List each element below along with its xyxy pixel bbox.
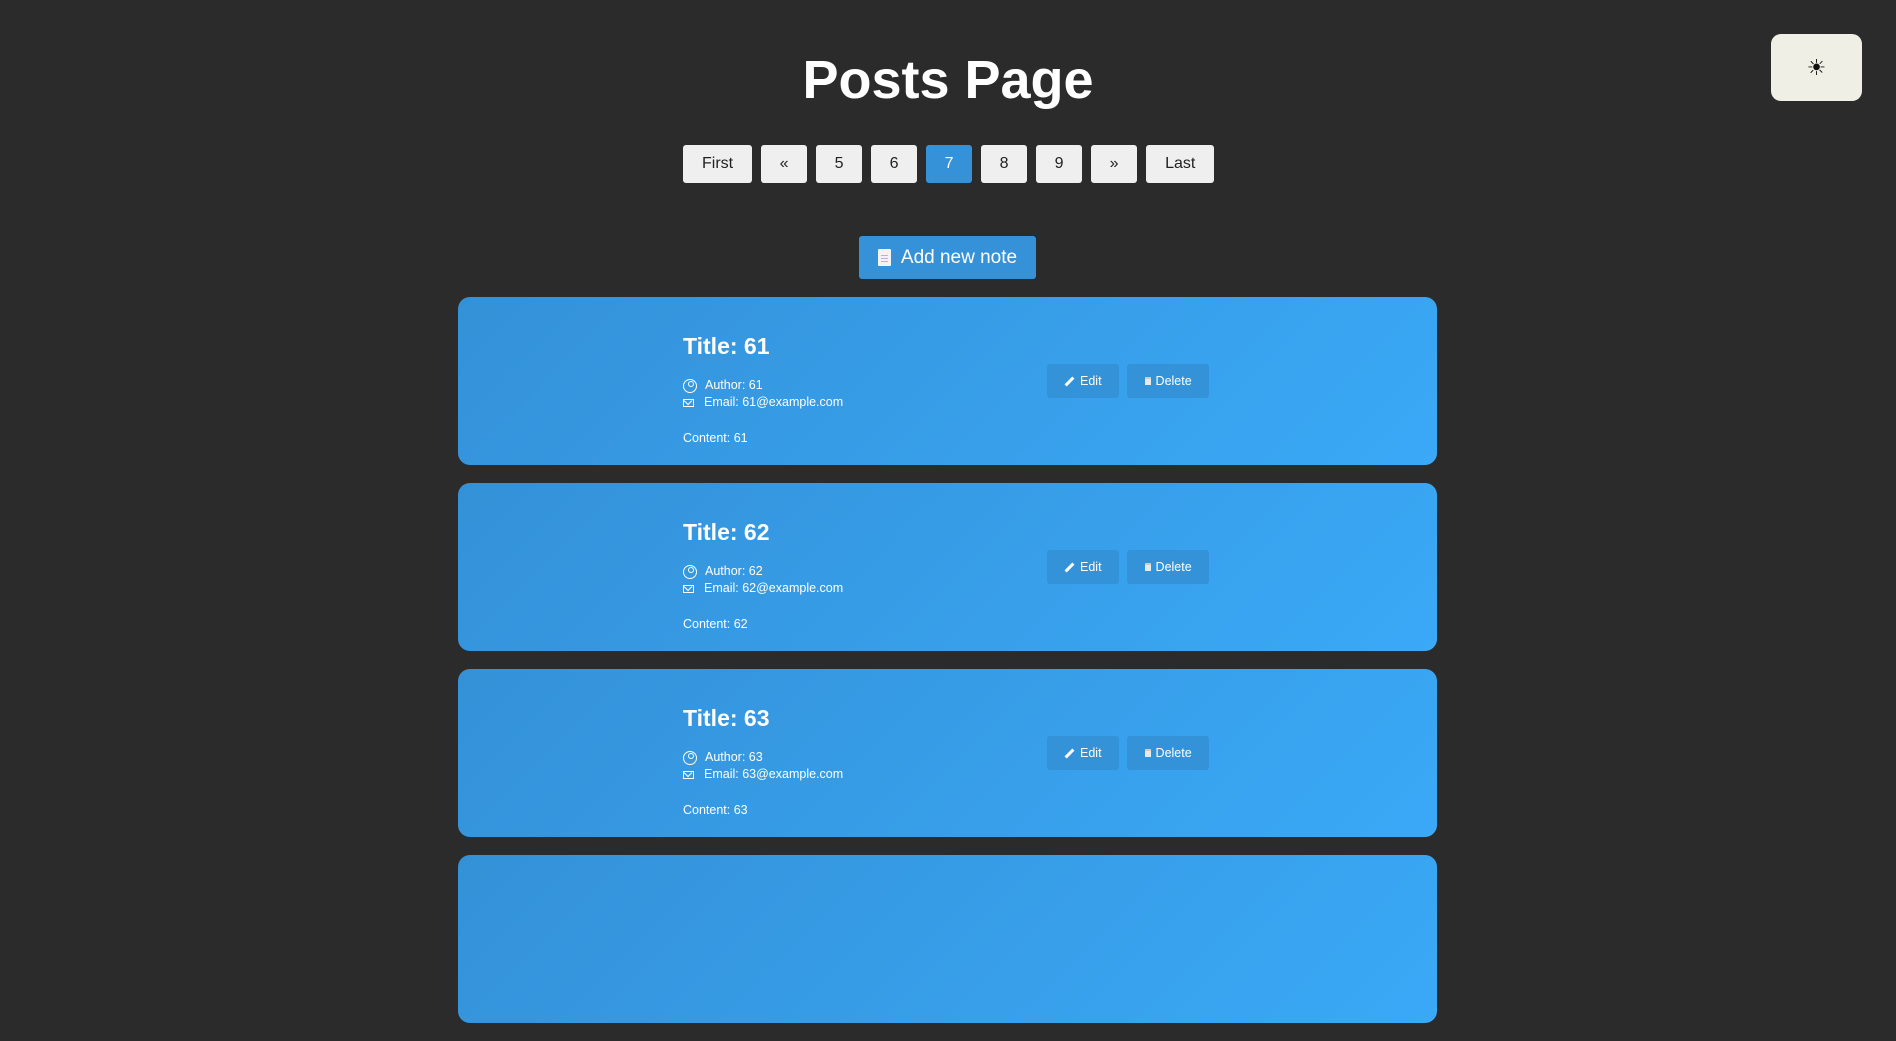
post-title: Title: 61 [683, 333, 770, 359]
edit-button[interactable]: Edit [1047, 736, 1119, 770]
mail-icon [683, 584, 694, 593]
user-icon [683, 750, 697, 765]
pagination: First « 5 6 7 8 9 » Last [683, 145, 1215, 183]
post-title: Title: 63 [683, 705, 770, 731]
pencil-icon [1064, 748, 1075, 758]
delete-label: Delete [1155, 746, 1192, 760]
pagination-page-6[interactable]: 6 [871, 145, 918, 183]
pagination-prev-button[interactable]: « [761, 145, 808, 183]
pagination-first-button[interactable]: First [683, 145, 753, 183]
pagination-page-5[interactable]: 5 [816, 145, 863, 183]
delete-button[interactable]: Delete [1126, 736, 1209, 770]
post-author: Author: 62 [705, 564, 763, 578]
user-icon [683, 564, 697, 579]
post-meta: Author: 62 Email: 62@example.com [683, 563, 843, 597]
trash-icon [1144, 749, 1151, 757]
post-list: Title: 61 Author: 61 Email: 61@example.c… [458, 297, 1437, 1041]
post-actions: Edit Delete [1047, 364, 1209, 398]
edit-button[interactable]: Edit [1047, 550, 1119, 584]
pagination-next-button[interactable]: » [1091, 145, 1138, 183]
post-card: Title: 63 Author: 63 Email: 63@example.c… [458, 669, 1437, 837]
post-meta: Author: 61 Email: 61@example.com [683, 377, 843, 411]
pagination-page-8[interactable]: 8 [981, 145, 1028, 183]
pagination-page-7[interactable]: 7 [926, 145, 973, 183]
delete-button[interactable]: Delete [1126, 364, 1209, 398]
pencil-icon [1064, 376, 1075, 386]
user-icon [683, 378, 697, 393]
post-author: Author: 61 [705, 378, 763, 392]
edit-label: Edit [1080, 746, 1102, 760]
post-card: Title: 62 Author: 62 Email: 62@example.c… [458, 483, 1437, 651]
delete-label: Delete [1155, 560, 1192, 574]
add-note-label: Add new note [900, 246, 1018, 268]
post-email: Email: 63@example.com [704, 767, 844, 781]
post-title: Title: 62 [683, 519, 770, 545]
add-note-button[interactable]: Add new note [859, 236, 1036, 279]
mail-icon [683, 398, 694, 407]
post-author: Author: 63 [705, 750, 763, 764]
post-actions: Edit Delete [1047, 736, 1209, 770]
post-content: Content: 63 [683, 803, 748, 817]
pagination-last-button[interactable]: Last [1146, 145, 1215, 183]
edit-label: Edit [1080, 560, 1102, 574]
trash-icon [1144, 377, 1151, 385]
document-icon [877, 249, 891, 266]
trash-icon [1144, 563, 1151, 571]
edit-label: Edit [1080, 374, 1102, 388]
post-content: Content: 62 [683, 617, 748, 631]
post-card [458, 855, 1437, 1023]
edit-button[interactable]: Edit [1047, 364, 1119, 398]
mail-icon [683, 770, 694, 779]
pencil-icon [1064, 562, 1075, 572]
post-email: Email: 62@example.com [704, 581, 844, 595]
post-meta: Author: 63 Email: 63@example.com [683, 749, 843, 783]
delete-button[interactable]: Delete [1126, 550, 1209, 584]
delete-label: Delete [1155, 374, 1192, 388]
pagination-page-9[interactable]: 9 [1036, 145, 1083, 183]
post-actions: Edit Delete [1047, 550, 1209, 584]
post-email: Email: 61@example.com [704, 395, 844, 409]
post-card: Title: 61 Author: 61 Email: 61@example.c… [458, 297, 1437, 465]
post-content: Content: 61 [683, 431, 748, 445]
page-title: Posts Page [802, 50, 1094, 110]
